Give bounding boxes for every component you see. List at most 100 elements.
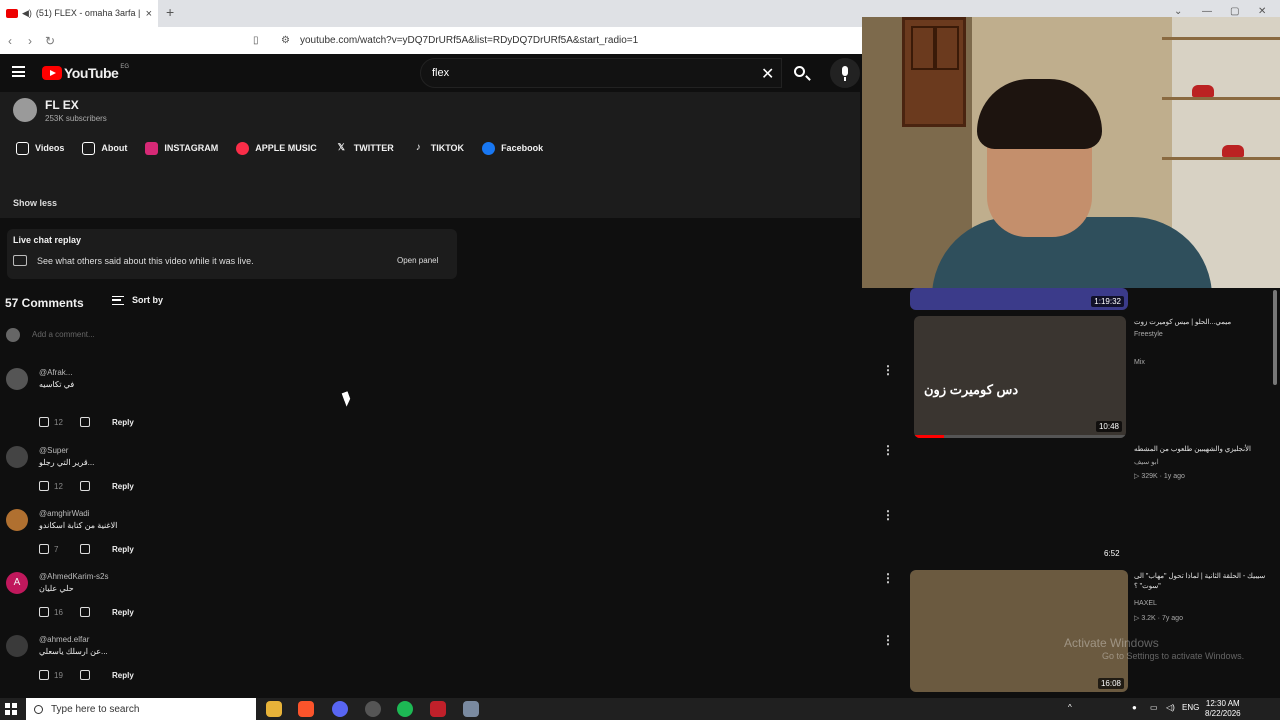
taskbar-search[interactable]: Type here to search: [26, 698, 256, 720]
channel-name[interactable]: FL EX: [45, 98, 79, 112]
like-icon[interactable]: [39, 607, 49, 617]
dislike-icon[interactable]: [80, 544, 90, 554]
comment-author[interactable]: @ahmed.elfar: [39, 635, 89, 644]
watch-progress: [914, 435, 944, 438]
close-window-icon[interactable]: ✕: [1258, 6, 1266, 17]
reply-button[interactable]: Reply: [112, 671, 134, 680]
dislike-icon[interactable]: [80, 607, 90, 617]
video-channel[interactable]: HAXEL: [1134, 600, 1157, 607]
video-icon: [16, 141, 29, 155]
youtube-logo[interactable]: YouTube EG: [42, 64, 129, 81]
description-panel: FL EX 253K subscribers Videos About INST…: [0, 92, 860, 218]
bookmark-icon[interactable]: ▯: [253, 35, 259, 46]
steam-icon[interactable]: [365, 701, 381, 717]
voice-search-icon[interactable]: [830, 58, 860, 88]
like-icon[interactable]: [39, 544, 49, 554]
like-icon[interactable]: [39, 670, 49, 680]
speaker-icon[interactable]: ◀): [22, 8, 32, 19]
microphone-icon[interactable]: ●: [1132, 703, 1137, 712]
avatar[interactable]: [6, 635, 28, 657]
close-tab-icon[interactable]: ×: [146, 8, 152, 20]
more-options-icon[interactable]: ⋮: [882, 444, 894, 456]
avatar[interactable]: A: [6, 572, 28, 594]
search-box[interactable]: flex ✕: [420, 58, 782, 88]
taskbar-search-input[interactable]: Type here to search: [51, 704, 139, 715]
sort-by-button[interactable]: Sort by: [112, 295, 163, 305]
channel-avatar[interactable]: [13, 98, 37, 122]
reply-button[interactable]: Reply: [112, 608, 134, 617]
chat-icon: [13, 255, 27, 266]
more-options-icon[interactable]: ⋮: [882, 572, 894, 584]
forward-icon[interactable]: ›: [20, 34, 40, 48]
avatar[interactable]: [6, 446, 28, 468]
link-facebook[interactable]: Facebook: [478, 138, 551, 158]
maximize-icon[interactable]: ▢: [1230, 6, 1239, 17]
add-comment-input[interactable]: Add a comment...: [32, 330, 95, 339]
system-clock[interactable]: 12:30 AM 8/22/2026: [1205, 699, 1241, 719]
comment-author[interactable]: @Afrak...: [39, 368, 72, 377]
discord-icon[interactable]: [332, 701, 348, 717]
sort-icon: [112, 295, 124, 305]
volume-icon[interactable]: ◁): [1166, 703, 1175, 712]
file-explorer-icon[interactable]: [266, 701, 282, 717]
reply-button[interactable]: Reply: [112, 545, 134, 554]
link-label: About: [101, 143, 128, 153]
open-panel-button[interactable]: Open panel: [392, 253, 443, 268]
clear-search-icon[interactable]: ✕: [761, 64, 774, 84]
site-info-icon[interactable]: ⚙: [281, 35, 290, 46]
scrollbar[interactable]: [1273, 290, 1277, 385]
taskbar: Type here to search ^ ● ▭ ◁) ENG 12:30 A…: [0, 698, 1280, 720]
minimize-icon[interactable]: —: [1202, 6, 1212, 17]
network-icon[interactable]: ▭: [1150, 703, 1158, 712]
show-hidden-icons-icon[interactable]: ^: [1068, 703, 1072, 712]
browser-tab[interactable]: ◀) (51) FLEX - omaha 3arfa | ارفع ×: [0, 0, 158, 27]
video-channel[interactable]: ابو سيف: [1134, 458, 1159, 466]
comment-author[interactable]: @Super: [39, 446, 68, 455]
language-indicator[interactable]: ENG: [1182, 703, 1199, 712]
comment-author[interactable]: @AhmedKarim-s2s: [39, 572, 108, 581]
avatar[interactable]: [6, 509, 28, 531]
windows-start-icon[interactable]: [5, 703, 17, 715]
reply-button[interactable]: Reply: [112, 482, 134, 491]
link-apple-music[interactable]: APPLE MUSIC: [232, 138, 325, 158]
menu-icon[interactable]: [12, 66, 25, 77]
video-thumbnail[interactable]: دس كوميرت زون 10:48: [914, 316, 1126, 438]
video-channel[interactable]: Freestyle: [1134, 331, 1163, 338]
link-videos[interactable]: Videos: [12, 138, 72, 158]
like-icon[interactable]: [39, 417, 49, 427]
link-tiktok[interactable]: ♪ TIKTOK: [408, 138, 472, 158]
video-thumbnail[interactable]: 1:19:32: [910, 288, 1128, 310]
brave-browser-icon[interactable]: [298, 701, 314, 717]
shelf: [1162, 37, 1280, 40]
dislike-icon[interactable]: [80, 670, 90, 680]
comment-author[interactable]: @amghirWadi: [39, 509, 90, 518]
link-label: Videos: [35, 143, 65, 153]
search-button[interactable]: [782, 58, 818, 88]
link-twitter[interactable]: 𝕏 TWITTER: [331, 138, 402, 158]
more-options-icon[interactable]: ⋮: [882, 364, 894, 376]
show-less-button[interactable]: Show less: [13, 198, 57, 208]
dislike-icon[interactable]: [80, 417, 90, 427]
dislike-icon[interactable]: [80, 481, 90, 491]
like-icon[interactable]: [39, 481, 49, 491]
video-title[interactable]: الأنجليزي والشهيبين طلعوب من المشطه: [1134, 445, 1279, 455]
video-thumbnail[interactable]: 16:08: [910, 570, 1128, 692]
spotify-icon[interactable]: [397, 701, 413, 717]
reload-icon[interactable]: ↻: [40, 34, 60, 48]
video-title[interactable]: سيبيك - الحلقة الثانية | لماذا تحول "مها…: [1134, 572, 1279, 592]
back-icon[interactable]: ‹: [0, 34, 20, 48]
search-input[interactable]: flex: [432, 67, 449, 79]
app-icon[interactable]: [430, 701, 446, 717]
app-icon[interactable]: [463, 701, 479, 717]
url-field[interactable]: youtube.com/watch?v=yDQ7DrURf5A&list=RDy…: [300, 35, 638, 46]
tab-search-icon[interactable]: ⌄: [1174, 6, 1182, 17]
avatar[interactable]: [6, 368, 28, 390]
new-tab-button[interactable]: +: [166, 4, 174, 20]
reply-button[interactable]: Reply: [112, 418, 134, 427]
more-options-icon[interactable]: ⋮: [882, 634, 894, 646]
youtube-logo-text: YouTube: [64, 65, 119, 81]
link-instagram[interactable]: INSTAGRAM: [141, 138, 226, 158]
more-options-icon[interactable]: ⋮: [882, 509, 894, 521]
video-title[interactable]: ميمي...الحلو | ميس كوميرت زوت: [1134, 318, 1279, 328]
link-about[interactable]: About: [78, 138, 135, 158]
